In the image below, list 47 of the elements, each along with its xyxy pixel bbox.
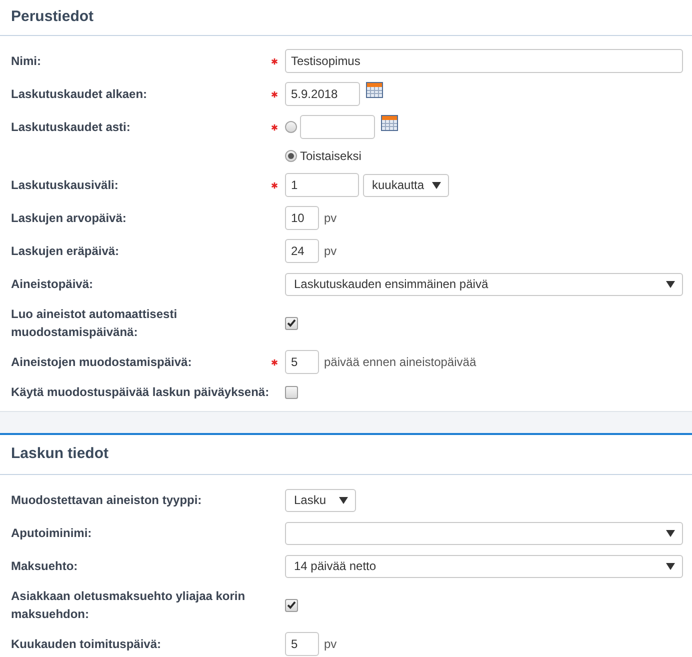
field-label: Laskutuskaudet asti: — [11, 119, 132, 136]
caret-icon — [666, 530, 675, 536]
caret-icon — [339, 496, 348, 504]
field-label: Laskujen eräpäivä: — [11, 243, 120, 260]
section-title: Perustiedot — [11, 7, 94, 28]
number-field[interactable]: 5 — [285, 350, 319, 374]
radio-button[interactable] — [285, 121, 297, 133]
date-field[interactable]: 5.9.2018 — [285, 82, 360, 106]
unit-label: pv — [324, 210, 337, 227]
calendar-icon[interactable] — [366, 82, 383, 98]
number-field[interactable]: 10 — [285, 206, 319, 230]
caret-icon — [432, 182, 441, 188]
unit-label: pv — [324, 636, 337, 653]
field-label: Kuukauden toimituspäivä: — [11, 636, 162, 653]
number-field[interactable]: 24 — [285, 239, 319, 263]
text-field[interactable]: Testisopimus — [285, 49, 683, 73]
field-label: Luo aineistot automaattisesti muodostamispäivänä: — [11, 306, 178, 341]
unit-label: päivää ennen aineistopäivää — [324, 354, 476, 371]
field-label: Muodostettavan aineiston tyyppi: — [11, 492, 203, 509]
checkbox[interactable] — [285, 598, 298, 612]
field-label: Maksuehto: — [11, 558, 79, 575]
radio-label: Toistaiseksi — [300, 148, 362, 164]
unit-dropdown[interactable]: kuukautta — [363, 174, 449, 196]
select-field[interactable]: 14 päivää netto — [285, 554, 683, 578]
field-label: Nimi: — [11, 53, 42, 70]
number-field[interactable]: 5 — [285, 632, 319, 656]
number-field[interactable]: 1 — [285, 173, 359, 197]
type-dropdown[interactable]: Lasku — [285, 488, 356, 512]
field-label: Aputoiminimi: — [11, 525, 93, 542]
field-label: Asiakkaan oletusmaksuehto yliajaa korin maksuehdon: — [11, 588, 246, 623]
checkbox[interactable] — [285, 316, 298, 330]
field-label: Laskujen arvopäivä: — [11, 210, 128, 227]
checkbox[interactable] — [285, 386, 298, 398]
caret-icon — [666, 280, 675, 288]
field-label: Käytä muodostuspäivää laskun päiväyksenä: — [11, 384, 270, 401]
date-field[interactable] — [300, 115, 375, 139]
select-field[interactable]: Laskutuskauden ensimmäinen päivä — [285, 272, 683, 296]
field-label: Aineistopäivä: — [11, 276, 94, 293]
radio-button[interactable] — [285, 150, 297, 162]
select-field[interactable] — [285, 522, 683, 544]
field-label: Aineistojen muodostamispäivä: — [11, 354, 193, 371]
unit-label: pv — [324, 243, 337, 260]
caret-icon — [666, 562, 675, 570]
section-title: Laskun tiedot — [11, 444, 109, 464]
field-label: Laskutuskaudet alkaen: — [11, 86, 148, 103]
field-label: Laskutuskausiväli: — [11, 177, 120, 194]
calendar-icon[interactable] — [381, 115, 398, 131]
